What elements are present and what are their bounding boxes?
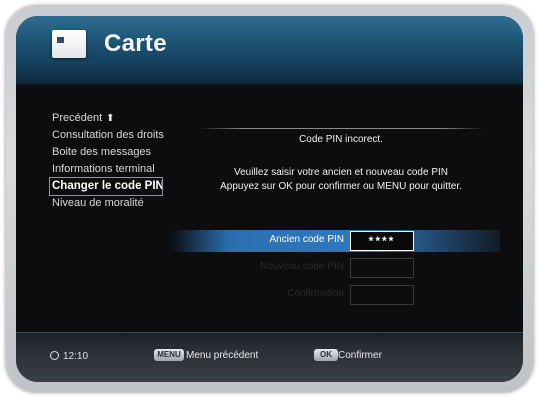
old-pin-label: Ancien code PIN <box>269 234 345 245</box>
menu-key-icon: MENU <box>154 349 184 361</box>
separator-line <box>199 128 485 129</box>
new-pin-row[interactable]: Nouveau code PIN <box>170 257 500 279</box>
menu-item-label: Niveau de moralité <box>52 197 144 209</box>
instruction-text: Appuyez sur OK pour confirmer ou MENU po… <box>220 181 462 192</box>
confirm-pin-input[interactable] <box>350 285 414 305</box>
menu-item-label: Boite des messages <box>52 146 152 158</box>
side-menu: Precédent ⬆ Consultation des droits Boite… <box>49 110 210 212</box>
screen: Carte Precédent ⬆ Consultation des droits… <box>16 16 523 382</box>
clock: 12:10 <box>50 351 88 362</box>
menu-item-messages[interactable]: Boite des messages <box>50 144 210 161</box>
ok-key-label: Confirmer <box>338 350 382 361</box>
clock-icon <box>50 351 59 360</box>
instruction-text: Veuillez saisir votre ancien et nouveau … <box>233 167 448 178</box>
smart-card-icon <box>52 30 86 58</box>
menu-item-label: Informations terminal <box>52 163 155 175</box>
confirm-pin-row[interactable]: Confirmation <box>170 284 500 306</box>
old-pin-row[interactable]: Ancien code PIN **** <box>170 230 500 252</box>
menu-item-morality-level[interactable]: Niveau de moralité <box>50 195 210 212</box>
menu-item-previous[interactable]: Precédent ⬆ <box>50 110 210 127</box>
ok-key-icon: OK <box>314 349 338 361</box>
page-title: Carte <box>104 30 167 57</box>
menu-item-change-pin[interactable]: Changer le code PIN <box>49 177 164 196</box>
new-pin-input[interactable] <box>350 258 414 278</box>
card-chip <box>57 37 64 43</box>
old-pin-input[interactable]: **** <box>350 231 414 251</box>
confirm-pin-label: Confirmation <box>287 288 344 299</box>
new-pin-label: Nouveau code PIN <box>260 261 344 272</box>
menu-item-label: Consultation des droits <box>52 129 164 141</box>
header-bar: Carte <box>16 16 523 84</box>
up-arrow-icon: ⬆ <box>106 113 115 124</box>
footer-bar: 12:10 MENU Menu précédent OK Confirmer <box>16 332 523 382</box>
header-shadow <box>16 76 523 88</box>
status-message: Code PIN incorect. <box>299 134 383 145</box>
menu-item-label: Changer le code PIN <box>52 180 164 192</box>
menu-item-label: Precédent <box>52 112 103 124</box>
menu-key-label: Menu précédent <box>186 350 259 361</box>
clock-time: 12:10 <box>63 351 89 362</box>
